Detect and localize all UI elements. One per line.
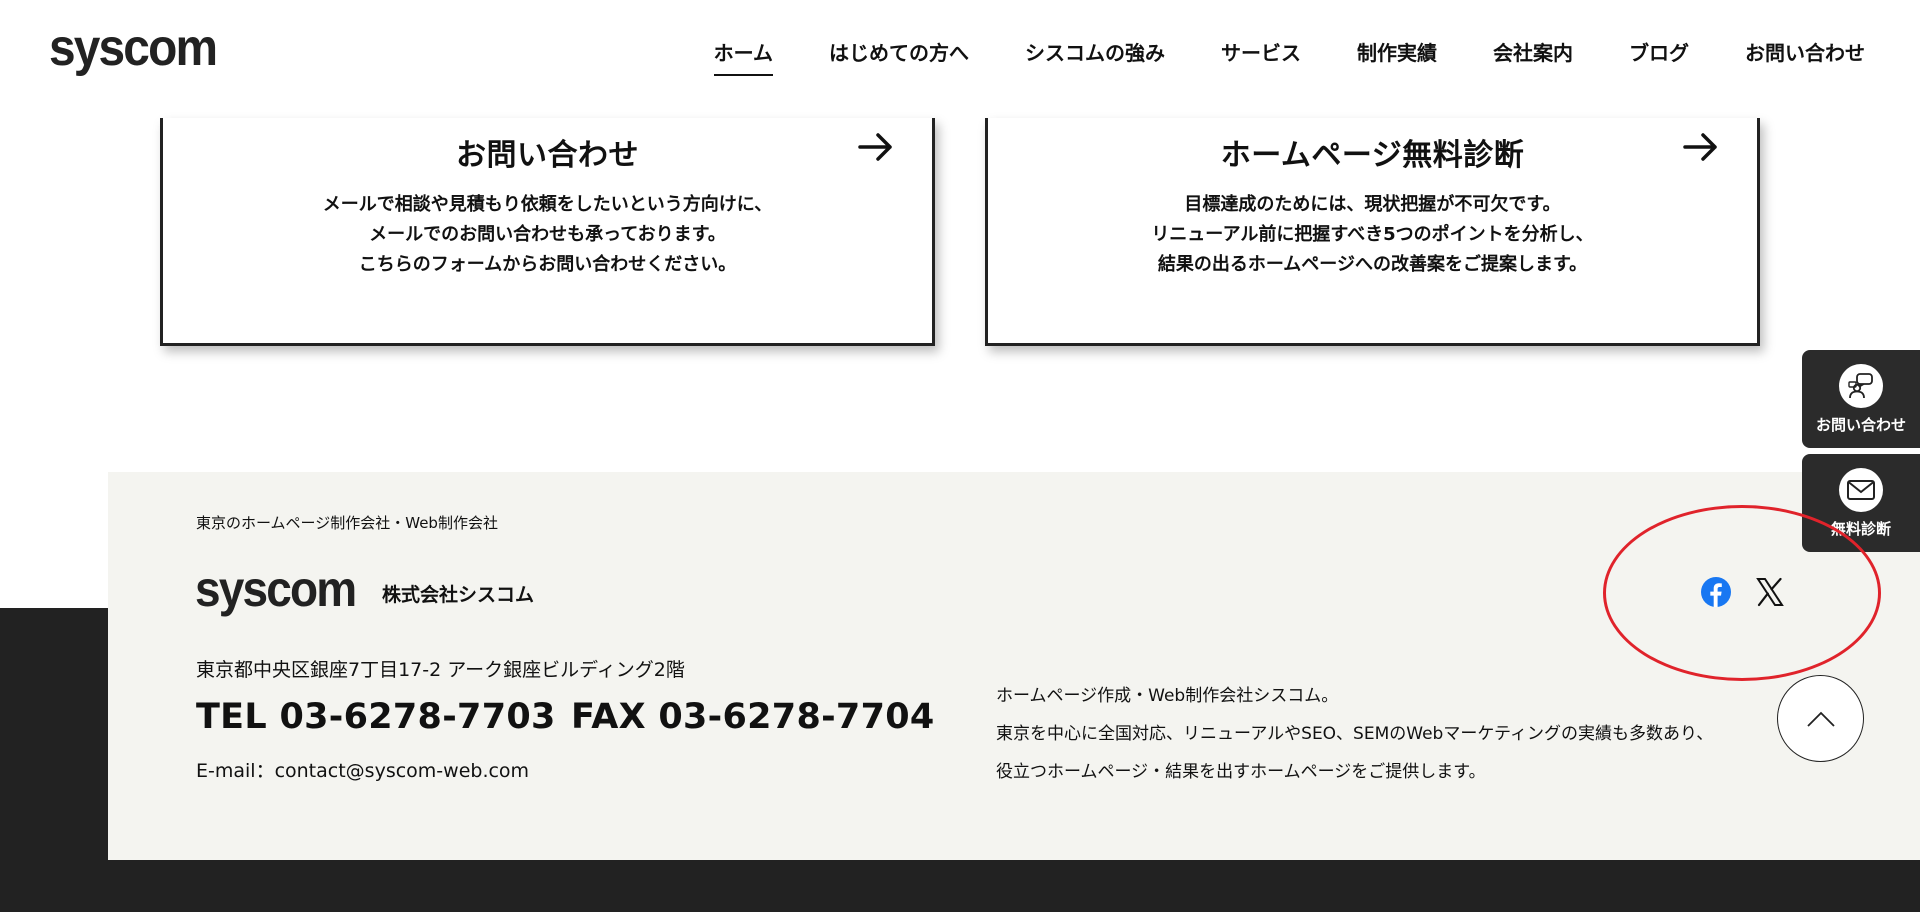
free-diagnosis-card-line: 目標達成のためには、現状把握が不可欠です。 [1184,194,1561,215]
side-diagnosis-button[interactable]: 無料診断 [1802,454,1920,552]
facebook-icon[interactable] [1700,576,1732,608]
main-nav: ホーム はじめての方へ シスコムの強み サービス 制作実績 会社案内 ブログ お… [686,38,1865,76]
contact-card-description: メールで相談や見積もり依頼をしたいという方向けに、 メールでのお問い合わせも承っ… [163,190,932,280]
free-diagnosis-card-line: リニューアル前に把握すべき5つのポイントを分析し、 [1151,224,1594,245]
footer-email[interactable]: E-mail：contact@syscom-web.com [196,756,529,783]
chevron-up-icon [1806,711,1835,727]
arrow-right-icon [1683,133,1717,161]
footer-address: 東京都中央区銀座7丁目17-2 アーク銀座ビルディング2階 [196,659,685,681]
footer-fax: FAX 03-6278-7704 [571,697,935,737]
nav-item-home[interactable]: ホーム [686,38,801,76]
site-header: syscom ホーム はじめての方へ シスコムの強み サービス 制作実績 会社案… [0,0,1920,110]
free-diagnosis-card-description: 目標達成のためには、現状把握が不可欠です。 リニューアル前に把握すべき5つのポイ… [988,190,1757,280]
nav-item-works[interactable]: 制作実績 [1329,38,1465,68]
nav-item-first-time[interactable]: はじめての方へ [801,38,997,68]
nav-item-services[interactable]: サービス [1193,38,1329,68]
contact-card[interactable]: お問い合わせ メールで相談や見積もり依頼をしたいという方向けに、 メールでのお問… [160,118,935,346]
side-contact-button[interactable]: お問い合わせ [1802,350,1920,448]
contact-card-line: メールでのお問い合わせも承っております。 [369,224,726,245]
arrow-right-icon [858,133,892,161]
footer-about: ホームページ作成・Web制作会社シスコム。 東京を中心に全国対応、リニューアルや… [996,677,1713,791]
nav-item-contact[interactable]: お問い合わせ [1717,38,1865,68]
side-diagnosis-label: 無料診断 [1830,520,1891,538]
nav-item-strengths[interactable]: シスコムの強み [997,38,1193,68]
footer-logo: syscom [195,561,357,617]
contact-card-line: メールで相談や見積もり依頼をしたいという方向けに、 [322,194,773,215]
footer-about-line: 役立つホームページ・結果を出すホームページをご提供します。 [996,762,1486,782]
contact-card-line: こちらのフォームからお問い合わせください。 [358,254,737,275]
nav-item-blog[interactable]: ブログ [1601,38,1717,68]
footer-tel: TEL 03-6278-7703 [196,697,556,737]
nav-item-company[interactable]: 会社案内 [1465,38,1601,68]
chat-person-icon [1839,364,1883,408]
free-diagnosis-card[interactable]: ホームページ無料診断 目標達成のためには、現状把握が不可欠です。 リニューアル前… [985,118,1760,346]
contact-card-title: お問い合わせ [456,138,639,173]
side-contact-label: お問い合わせ [1815,416,1906,434]
footer-company-name: 株式会社シスコム [382,584,535,606]
footer-about-line: ホームページ作成・Web制作会社シスコム。 [996,686,1339,706]
mail-icon [1839,468,1883,512]
footer-tagline: 東京のホームページ制作会社・Web制作会社 [196,514,498,532]
free-diagnosis-card-title: ホームページ無料診断 [1220,138,1525,173]
back-to-top-button[interactable] [1777,675,1864,762]
free-diagnosis-card-line: 結果の出るホームページへの改善案をご提案します。 [1157,254,1588,275]
footer-about-line: 東京を中心に全国対応、リニューアルやSEO、SEMのWebマーケティングの実績も… [996,724,1714,744]
x-icon[interactable] [1754,576,1786,608]
site-footer: 東京のホームページ制作会社・Web制作会社 syscom 株式会社シスコム 東京… [108,472,1920,860]
site-logo[interactable]: syscom [49,22,218,74]
